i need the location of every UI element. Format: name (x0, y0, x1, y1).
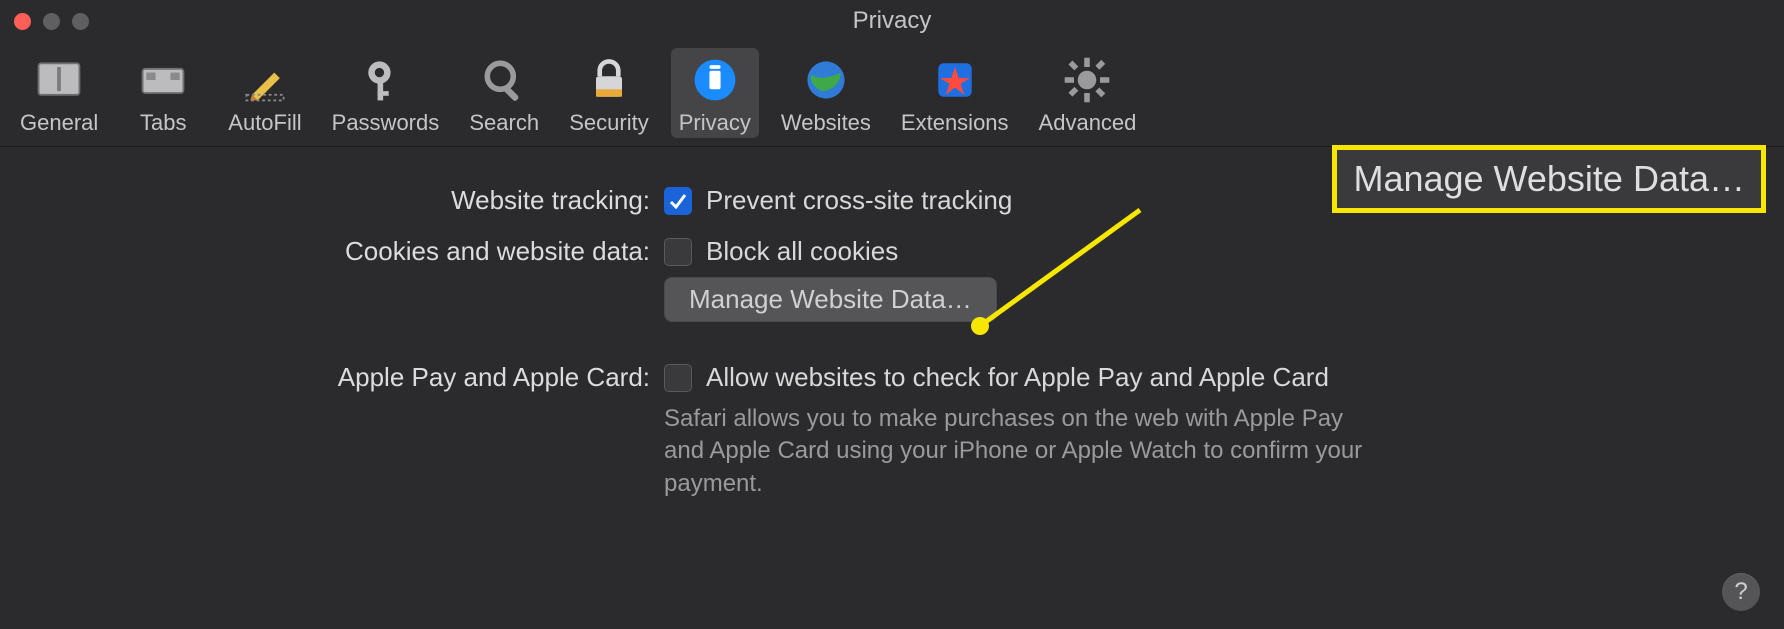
security-icon (581, 52, 637, 108)
general-icon (31, 52, 87, 108)
label-website-tracking: Website tracking: (0, 185, 664, 216)
window-controls (14, 13, 89, 30)
tab-search[interactable]: Search (461, 48, 547, 138)
tab-label: Tabs (140, 110, 186, 136)
checkbox-label: Prevent cross-site tracking (706, 185, 1012, 216)
apple-pay-description: Safari allows you to make purchases on t… (664, 403, 1364, 500)
passwords-icon (357, 52, 413, 108)
tab-label: Websites (781, 110, 871, 136)
window-titlebar: Privacy (0, 0, 1784, 42)
tab-label: Passwords (332, 110, 440, 136)
tab-label: Security (569, 110, 648, 136)
tab-label: Advanced (1039, 110, 1137, 136)
zoom-window-button[interactable] (72, 13, 89, 30)
advanced-icon (1059, 52, 1115, 108)
websites-icon (798, 52, 854, 108)
checkbox-label: Allow websites to check for Apple Pay an… (706, 362, 1329, 393)
tab-extensions[interactable]: Extensions (893, 48, 1017, 138)
tab-label: Privacy (679, 110, 751, 136)
tab-tabs[interactable]: Tabs (120, 48, 206, 138)
tab-security[interactable]: Security (561, 48, 656, 138)
checkbox-allow-apple-pay-check[interactable] (664, 364, 692, 392)
tab-label: Extensions (901, 110, 1009, 136)
tab-general[interactable]: General (12, 48, 106, 138)
close-window-button[interactable] (14, 13, 31, 30)
checkbox-prevent-cross-site-tracking[interactable] (664, 187, 692, 215)
privacy-icon (687, 52, 743, 108)
tab-label: General (20, 110, 98, 136)
manage-website-data-button[interactable]: Manage Website Data… (664, 277, 997, 322)
search-icon (476, 52, 532, 108)
label-apple-pay: Apple Pay and Apple Card: (0, 362, 664, 393)
tab-label: Search (469, 110, 539, 136)
checkbox-label: Block all cookies (706, 236, 898, 267)
label-cookies: Cookies and website data: (0, 236, 664, 267)
tabs-icon (135, 52, 191, 108)
tab-websites[interactable]: Websites (773, 48, 879, 138)
tab-privacy[interactable]: Privacy (671, 48, 759, 138)
tab-advanced[interactable]: Advanced (1031, 48, 1145, 138)
autofill-icon (237, 52, 293, 108)
window-title: Privacy (0, 7, 1784, 35)
row-apple-pay: Apple Pay and Apple Card: Allow websites… (0, 362, 1784, 500)
tab-label: AutoFill (228, 110, 301, 136)
tab-autofill[interactable]: AutoFill (220, 48, 309, 138)
extensions-icon (927, 52, 983, 108)
annotation-callout: Manage Website Data… (1332, 145, 1766, 213)
checkbox-block-all-cookies[interactable] (664, 238, 692, 266)
help-button[interactable]: ? (1722, 573, 1760, 611)
row-cookies: Cookies and website data: Block all cook… (0, 236, 1784, 322)
tab-passwords[interactable]: Passwords (324, 48, 448, 138)
minimize-window-button[interactable] (43, 13, 60, 30)
preferences-toolbar: General Tabs AutoFill (0, 42, 1784, 147)
